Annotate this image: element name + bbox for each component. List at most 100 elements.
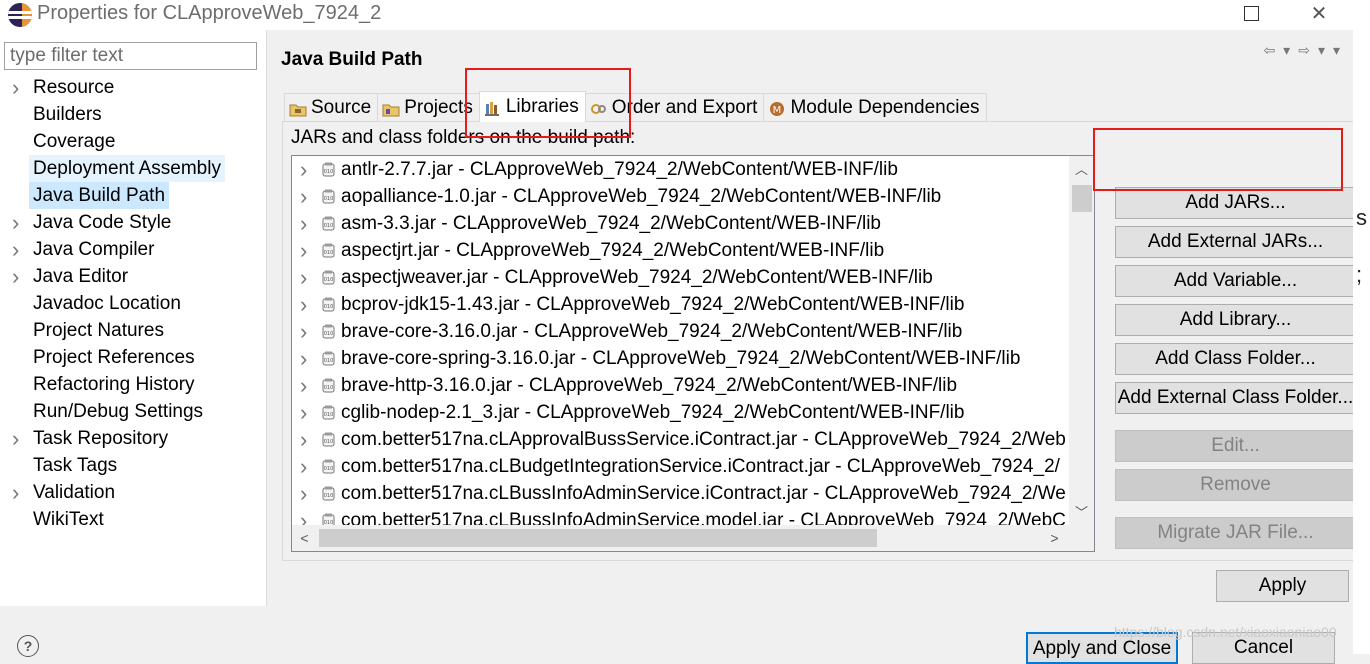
expand-chevron-icon[interactable]: ›	[12, 479, 26, 506]
expand-chevron-icon[interactable]: ›	[300, 426, 307, 453]
library-row[interactable]: › 010 aspectjweaver.jar - CLApproveWeb_792…	[292, 264, 1069, 291]
tree-item-label: Task Repository	[33, 428, 169, 449]
expand-chevron-icon[interactable]: ›	[300, 237, 307, 264]
library-row[interactable]: › 010 antlr-2.7.7.jar - CLApproveWeb_7924_…	[292, 156, 1069, 183]
add-external-class-folder-button[interactable]: Add External Class Folder...	[1115, 382, 1356, 414]
tree-item[interactable]: Project Natures	[0, 317, 266, 344]
tree-item[interactable]: Coverage	[0, 128, 266, 155]
tab-label: Libraries	[505, 96, 579, 117]
expand-chevron-icon[interactable]: ›	[300, 480, 307, 507]
migrate-jar-button[interactable]: Migrate JAR File...	[1115, 517, 1356, 549]
add-variable-button[interactable]: Add Variable...	[1115, 265, 1356, 297]
expand-chevron-icon[interactable]: ›	[12, 236, 26, 263]
tree-item-label: Run/Debug Settings	[33, 401, 204, 422]
library-row[interactable]: › 010 com.better517na.cLBudgetIntegrationS…	[292, 453, 1069, 480]
tree-item[interactable]: › Java Editor	[0, 263, 266, 290]
tab-source[interactable]: Source	[284, 93, 379, 122]
tree-item[interactable]: WikiText	[0, 506, 266, 533]
remove-button[interactable]: Remove	[1115, 469, 1356, 501]
libraries-list[interactable]: › 010 antlr-2.7.7.jar - CLApproveWeb_7924_…	[291, 155, 1095, 552]
vertical-scrollbar[interactable]: ︿ ﹀	[1069, 156, 1094, 525]
scroll-up-icon[interactable]: ︿	[1069, 158, 1094, 182]
expand-chevron-icon[interactable]: ›	[300, 345, 307, 372]
tab-order-and-export[interactable]: Order and Export	[584, 93, 765, 122]
add-external-jars-button[interactable]: Add External JARs...	[1115, 226, 1356, 258]
expand-chevron-icon[interactable]: ›	[300, 372, 307, 399]
vertical-scroll-thumb[interactable]	[1072, 185, 1092, 212]
apply-button[interactable]: Apply	[1216, 570, 1349, 602]
expand-chevron-icon[interactable]: ›	[300, 399, 307, 426]
view-menu-icon[interactable]: ▾	[1333, 42, 1348, 58]
tree-item[interactable]: › Task Repository	[0, 425, 266, 452]
scroll-left-icon[interactable]: <	[292, 525, 317, 551]
tree-item[interactable]: › Java Compiler	[0, 236, 266, 263]
libraries-list-rows: › 010 antlr-2.7.7.jar - CLApproveWeb_7924_…	[292, 156, 1069, 525]
tab-libraries[interactable]: Libraries	[478, 91, 586, 122]
tree-item[interactable]: Builders	[0, 101, 266, 128]
library-entry-text: aopalliance-1.0.jar - CLApproveWeb_7924_…	[341, 186, 942, 207]
tab-label: Order and Export	[611, 97, 758, 118]
maximize-button[interactable]	[1229, 0, 1275, 30]
add-jars-button[interactable]: Add JARs...	[1115, 187, 1356, 219]
svg-text:010: 010	[324, 169, 334, 175]
tree-item-label: Project References	[33, 347, 195, 368]
tab-module-dependencies[interactable]: M Module Dependencies	[763, 93, 987, 122]
expand-chevron-icon[interactable]: ›	[300, 183, 307, 210]
library-row[interactable]: › 010 cglib-nodep-2.1_3.jar - CLApproveWeb…	[292, 399, 1069, 426]
library-entry-text: com.better517na.cLBussInfoAdminService.m…	[341, 510, 1066, 525]
library-row[interactable]: › 010 com.better517na.cLBussInfoAdminServi…	[292, 507, 1069, 525]
expand-chevron-icon[interactable]: ›	[12, 209, 26, 236]
scroll-right-icon[interactable]: >	[1042, 525, 1067, 551]
scroll-down-icon[interactable]: ﹀	[1069, 501, 1094, 525]
edit-button[interactable]: Edit...	[1115, 430, 1356, 462]
library-row[interactable]: › 010 brave-core-3.16.0.jar - CLApproveWeb…	[292, 318, 1069, 345]
expand-chevron-icon[interactable]: ›	[12, 263, 26, 290]
tree-item[interactable]: Refactoring History	[0, 371, 266, 398]
tree-item[interactable]: › Java Code Style	[0, 209, 266, 236]
expand-chevron-icon[interactable]: ›	[300, 507, 307, 525]
tree-item[interactable]: Run/Debug Settings	[0, 398, 266, 425]
projects-icon	[382, 99, 400, 117]
jar-file-icon: 010	[322, 432, 335, 447]
tree-item[interactable]: › Resource	[0, 74, 266, 101]
expand-chevron-icon[interactable]: ›	[300, 318, 307, 345]
tree-item[interactable]: Deployment Assembly	[0, 155, 266, 182]
tree-item[interactable]: › Validation	[0, 479, 266, 506]
filter-input[interactable]	[4, 42, 257, 70]
library-row[interactable]: › 010 bcprov-jdk15-1.43.jar - CLApproveWeb…	[292, 291, 1069, 318]
library-entry-text: brave-core-3.16.0.jar - CLApproveWeb_792…	[341, 321, 963, 342]
close-icon: ✕	[1310, 3, 1328, 25]
add-library-button[interactable]: Add Library...	[1115, 304, 1356, 336]
library-row[interactable]: › 010 brave-http-3.16.0.jar - CLApproveWeb…	[292, 372, 1069, 399]
jar-file-icon: 010	[322, 378, 335, 393]
back-arrow-icon[interactable]: ⇦	[1263, 42, 1283, 58]
add-class-folder-button[interactable]: Add Class Folder...	[1115, 343, 1356, 375]
tree-item[interactable]: Task Tags	[0, 452, 266, 479]
library-row[interactable]: › 010 asm-3.3.jar - CLApproveWeb_7924_2/We…	[292, 210, 1069, 237]
expand-chevron-icon[interactable]: ›	[300, 453, 307, 480]
expand-chevron-icon[interactable]: ›	[300, 291, 307, 318]
library-row[interactable]: › 010 aspectjrt.jar - CLApproveWeb_7924_2/…	[292, 237, 1069, 264]
forward-menu-icon[interactable]: ▾	[1318, 42, 1333, 58]
svg-text:010: 010	[324, 385, 334, 391]
back-menu-icon[interactable]: ▾	[1283, 42, 1298, 58]
tab-projects[interactable]: Projects	[377, 93, 480, 122]
title-bar: Properties for CLApproveWeb_7924_2 ✕	[0, 0, 1370, 30]
library-row[interactable]: › 010 brave-core-spring-3.16.0.jar - CLApp…	[292, 345, 1069, 372]
horizontal-scrollbar[interactable]: < >	[292, 525, 1094, 551]
forward-arrow-icon[interactable]: ⇨	[1298, 42, 1318, 58]
library-row[interactable]: › 010 com.better517na.cLBussInfoAdminServi…	[292, 480, 1069, 507]
tree-item-label: Resource	[33, 77, 115, 98]
tree-item[interactable]: Java Build Path	[0, 182, 266, 209]
expand-chevron-icon[interactable]: ›	[300, 210, 307, 237]
horizontal-scroll-thumb[interactable]	[319, 529, 877, 547]
library-row[interactable]: › 010 com.better517na.cLApprovalBussServic…	[292, 426, 1069, 453]
expand-chevron-icon[interactable]: ›	[300, 264, 307, 291]
library-row[interactable]: › 010 aopalliance-1.0.jar - CLApproveWeb_7…	[292, 183, 1069, 210]
close-button[interactable]: ✕	[1296, 0, 1342, 30]
expand-chevron-icon[interactable]: ›	[12, 74, 26, 101]
tree-item[interactable]: Project References	[0, 344, 266, 371]
expand-chevron-icon[interactable]: ›	[12, 425, 26, 452]
expand-chevron-icon[interactable]: ›	[300, 156, 307, 183]
tree-item[interactable]: Javadoc Location	[0, 290, 266, 317]
